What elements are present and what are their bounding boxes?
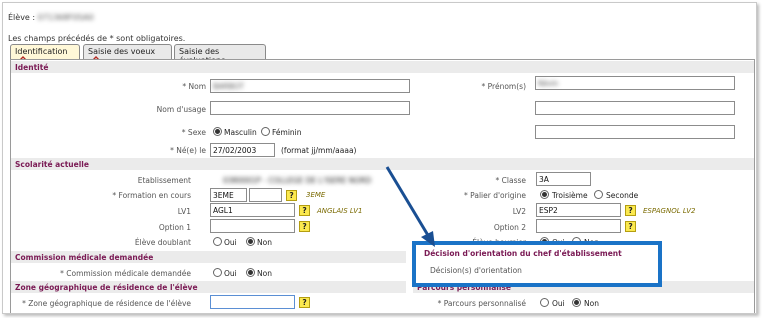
doublant-label: Élève doublant (134, 238, 191, 247)
formation-note: 3EME (306, 191, 326, 199)
classe-value: 3A (539, 175, 549, 184)
radio-commission-oui[interactable] (213, 268, 222, 277)
student-line: Élève : 071368F0SA0 (8, 13, 94, 22)
lv2-help-button[interactable]: ? (625, 205, 636, 216)
lv1-help-button[interactable]: ? (299, 205, 310, 216)
section-decision: Décision d'orientation du chef d'établis… (424, 249, 622, 258)
formation-extra-field[interactable] (249, 188, 282, 202)
parcours-oui-label: Oui (552, 299, 565, 308)
commission-non-label: Non (257, 269, 272, 278)
tab-saisie-voeux[interactable]: Saisie des voeux (83, 44, 172, 66)
doublant-non-label: Non (257, 238, 272, 247)
feminin-label: Féminin (272, 128, 302, 137)
annotation-arrow-icon (385, 166, 435, 247)
radio-feminin[interactable] (261, 127, 270, 136)
student-label: Élève : (8, 13, 36, 22)
prenom-value: Kévin (538, 79, 559, 88)
radio-parcours-non[interactable] (572, 298, 581, 307)
classe-field[interactable]: 3A (536, 172, 591, 186)
section-commission: Commission médicale demandée (11, 251, 406, 263)
lv2-field[interactable]: ESP2 (536, 203, 621, 217)
tab-saisie-voeux-label: Saisie des voeux (88, 47, 156, 56)
zone-field[interactable] (210, 295, 295, 309)
option2-help-button[interactable]: ? (625, 221, 636, 232)
nom-label: * Nom (182, 82, 206, 91)
tab-saisie-evaluations[interactable]: Saisie des évaluations (174, 44, 266, 65)
radio-masculin[interactable] (213, 127, 222, 136)
naissance-label: * Né(e) le (170, 146, 206, 155)
nom-usage-label: Nom d'usage (156, 105, 206, 114)
extra-field[interactable] (535, 125, 735, 139)
zone-help-button[interactable]: ? (299, 297, 310, 308)
formation-label: * Formation en cours (112, 191, 191, 200)
masculin-label: Masculin (224, 128, 257, 137)
doublant-oui-label: Oui (224, 238, 237, 247)
student-id: 071368F0SA0 (37, 13, 94, 22)
radio-commission-non[interactable] (246, 268, 255, 277)
naissance-field[interactable]: 27/02/2003 (210, 143, 275, 157)
radio-doublant-non[interactable] (246, 237, 255, 246)
etablissement-value: 0380001P - COLLEGE DE L'ISERE NORD (223, 176, 372, 185)
radio-parcours-oui[interactable] (540, 298, 549, 307)
radio-troisieme[interactable] (540, 190, 549, 199)
lv1-value: AGL1 (213, 206, 233, 215)
commission-label: * Commission médicale demandée (60, 269, 191, 278)
page-frame: Élève : 071368F0SA0 Les champs précédés … (2, 2, 757, 314)
prenom-field[interactable]: Kévin (535, 76, 735, 90)
option1-label: Option 1 (158, 223, 191, 232)
tab-identification-label: Identification (15, 47, 68, 56)
option2-field[interactable] (536, 219, 621, 233)
etablissement-label: Etablissement (137, 176, 191, 185)
option1-field[interactable] (210, 219, 295, 233)
option1-help-button[interactable]: ? (299, 221, 310, 232)
prenom-label: * Prénom(s) (481, 82, 526, 91)
naissance-value: 27/02/2003 (213, 146, 257, 155)
section-zone: Zone géographique de résidence de l'élèv… (11, 281, 406, 293)
parcours-label: * Parcours personnalisé (437, 299, 526, 308)
naissance-format: (format jj/mm/aaaa) (281, 146, 357, 155)
nom-usage-field[interactable] (210, 101, 410, 115)
formation-field[interactable]: 3EME (210, 188, 247, 202)
required-note: Les champs précédés de * sont obligatoir… (8, 34, 186, 43)
prenom-usage-field[interactable] (535, 101, 735, 115)
decision-label: Décision(s) d'orientation (430, 266, 522, 275)
parcours-non-label: Non (584, 299, 599, 308)
lv1-note: ANGLAIS LV1 (317, 207, 363, 215)
lv2-note: ESPAGNOL LV2 (643, 207, 696, 215)
lv1-field[interactable]: AGL1 (210, 203, 295, 217)
lv2-label: LV2 (512, 207, 526, 216)
seconde-label: Seconde (606, 191, 639, 200)
lv1-label: LV1 (177, 207, 191, 216)
radio-seconde[interactable] (594, 190, 603, 199)
lv2-value: ESP2 (539, 206, 558, 215)
zone-label: * Zone géographique de résidence de l'él… (22, 299, 191, 308)
palier-label: * Palier d'origine (464, 191, 526, 200)
sexe-label: * Sexe (181, 128, 206, 137)
tab-identification[interactable]: Identification (10, 44, 80, 66)
decision-highlight-box: Décision d'orientation du chef d'établis… (412, 241, 662, 287)
commission-oui-label: Oui (224, 269, 237, 278)
nom-value: BARBOT (213, 82, 244, 91)
nom-field[interactable]: BARBOT (210, 79, 410, 93)
option2-label: Option 2 (493, 223, 526, 232)
classe-label: * Classe (495, 176, 526, 185)
radio-doublant-oui[interactable] (213, 237, 222, 246)
formation-value: 3EME (213, 191, 234, 200)
troisieme-label: Troisième (552, 191, 588, 200)
section-identite: Identité (11, 61, 754, 73)
formation-help-button[interactable]: ? (286, 190, 297, 201)
